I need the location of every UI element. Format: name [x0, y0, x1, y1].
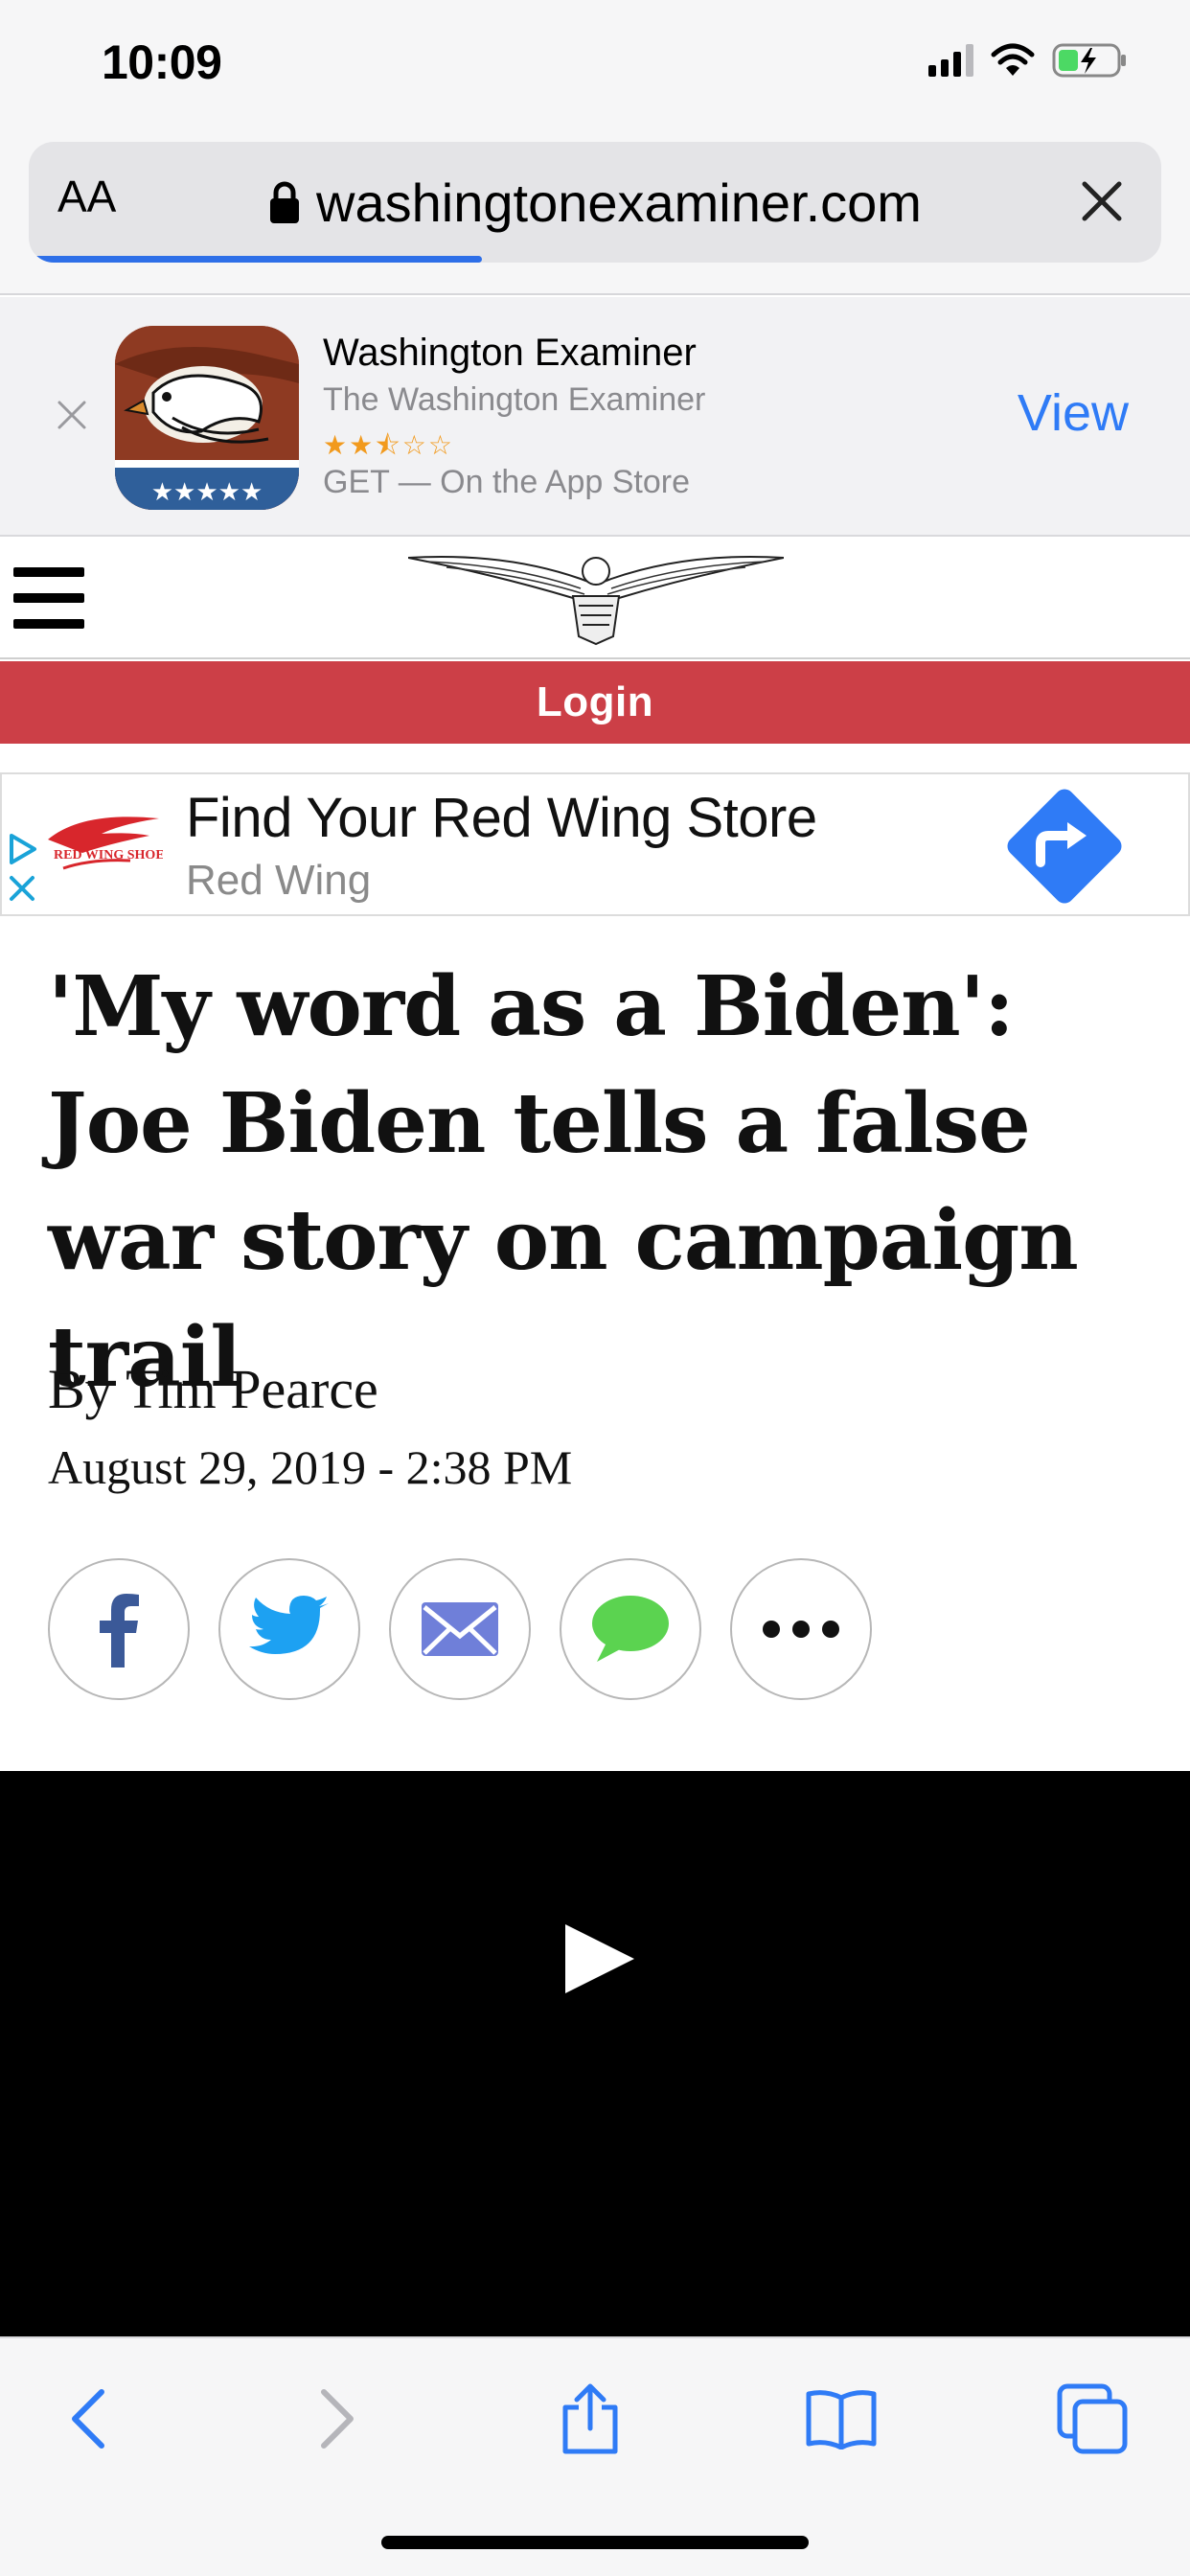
- share-button[interactable]: [552, 2380, 629, 2457]
- message-bubble-icon: [592, 1596, 669, 1662]
- tabs-button[interactable]: [1054, 2380, 1131, 2457]
- share-email-button[interactable]: [389, 1558, 531, 1700]
- app-icon[interactable]: ★★★★★: [115, 326, 299, 510]
- facebook-icon: [100, 1594, 139, 1668]
- directions-icon[interactable]: [1002, 784, 1127, 908]
- ad-advertiser: Red Wing: [186, 857, 372, 904]
- home-indicator[interactable]: [381, 2536, 809, 2549]
- close-banner-icon[interactable]: [56, 399, 88, 431]
- eagle-logo-icon: ★★★★★: [115, 326, 299, 510]
- lock-icon: [270, 181, 300, 223]
- video-player[interactable]: [0, 1771, 1190, 2336]
- app-store-text: GET — On the App Store: [323, 464, 691, 500]
- share-icon: [562, 2383, 618, 2454]
- login-button[interactable]: Login: [0, 661, 1190, 744]
- stop-loading-icon[interactable]: [1077, 176, 1127, 226]
- browser-top-bar: AA washingtonexaminer.com: [0, 134, 1190, 295]
- more-dots-icon: [763, 1621, 839, 1638]
- article-headline: 'My word as a Biden': Joe Biden tells a …: [48, 958, 1079, 1406]
- book-icon: [806, 2390, 877, 2450]
- ad-title: Find Your Red Wing Store: [186, 787, 817, 849]
- bookmarks-button[interactable]: [803, 2380, 880, 2457]
- share-messages-button[interactable]: [560, 1558, 701, 1700]
- article-byline[interactable]: By Tim Pearce: [48, 1357, 378, 1421]
- safari-page: 10:09 AA washingtonexaminer.com ★★★★★ Wa…: [0, 0, 1190, 2576]
- play-icon[interactable]: [563, 1922, 636, 1995]
- smart-app-banner: ★★★★★ Washington Examiner The Washington…: [0, 297, 1190, 537]
- chevron-right-icon: [321, 2389, 354, 2449]
- wifi-icon: [991, 43, 1035, 76]
- address-bar[interactable]: AA washingtonexaminer.com: [29, 142, 1161, 263]
- app-name: Washington Examiner: [323, 332, 697, 374]
- site-logo-eagle-icon[interactable]: [408, 550, 784, 646]
- back-button[interactable]: [50, 2380, 126, 2457]
- tabs-icon: [1057, 2383, 1128, 2454]
- ad-close-icon[interactable]: [8, 874, 36, 903]
- cellular-signal-icon: [928, 44, 973, 77]
- view-app-button[interactable]: View: [1018, 383, 1129, 443]
- share-more-button[interactable]: [730, 1558, 872, 1700]
- share-buttons: [48, 1558, 872, 1700]
- svg-text:★★★★★: ★★★★★: [151, 478, 263, 507]
- chevron-left-icon: [72, 2389, 104, 2449]
- status-icons: [928, 42, 1129, 79]
- article-date: August 29, 2019 - 2:38 PM: [48, 1440, 573, 1494]
- url-text: washingtonexaminer.com: [316, 172, 922, 233]
- twitter-icon: [249, 1596, 329, 1654]
- battery-charging-icon: [1052, 43, 1126, 78]
- status-bar: 10:09: [0, 0, 1190, 134]
- menu-icon[interactable]: [13, 567, 84, 629]
- url-display[interactable]: washingtonexaminer.com: [29, 142, 1161, 263]
- app-publisher: The Washington Examiner: [323, 381, 706, 418]
- share-facebook-button[interactable]: [48, 1558, 190, 1700]
- forward-button[interactable]: [299, 2380, 376, 2457]
- share-twitter-button[interactable]: [218, 1558, 360, 1700]
- site-header: [0, 539, 1190, 659]
- red-wing-logo-icon: RED WING SHOES: [48, 816, 163, 870]
- status-time: 10:09: [102, 35, 222, 89]
- login-label: Login: [536, 678, 654, 725]
- ad-banner[interactable]: RED WING SHOES Find Your Red Wing Store …: [0, 772, 1190, 916]
- adchoices-icon[interactable]: [6, 832, 40, 866]
- page-load-progress: [29, 256, 482, 263]
- email-icon: [422, 1602, 498, 1656]
